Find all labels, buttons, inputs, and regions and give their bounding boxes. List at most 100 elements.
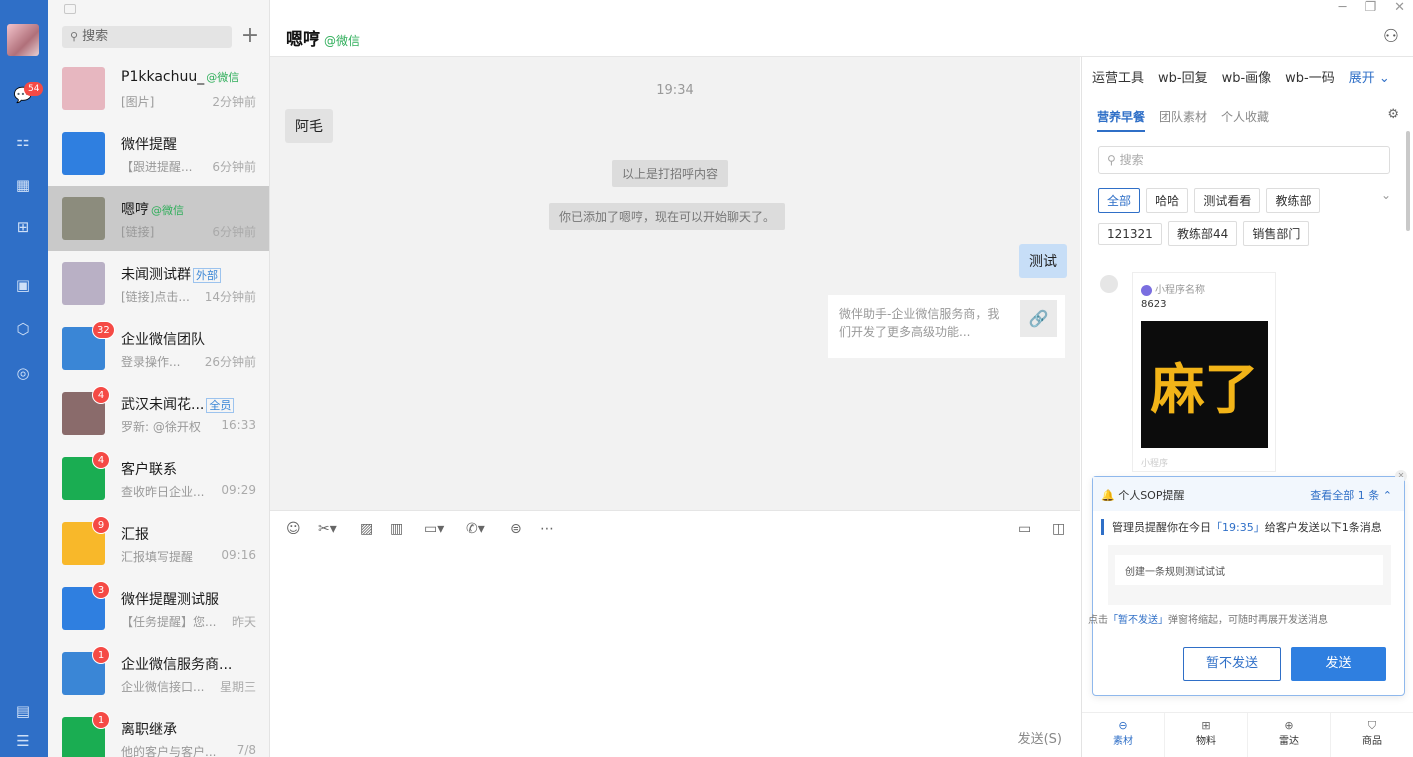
chip[interactable]: 销售部门 (1243, 221, 1310, 246)
window-icon (64, 4, 76, 14)
conversation-time: 14分钟前 (204, 290, 256, 304)
message-bubble-incoming[interactable]: 阿毛 (285, 109, 333, 143)
material-search-input[interactable]: ⚲ 搜索 (1098, 146, 1390, 174)
tools-panel: 运营工具 wb-回复 wb-画像 wb-一码 展开 ⌄ 营养早餐 团队素材 个人… (1081, 57, 1413, 757)
screen-share-icon[interactable]: ▭ (1018, 521, 1031, 537)
miniprogram-title: 8623 (1141, 299, 1167, 310)
conversation-item[interactable]: 4 客户联系 查收昨日企业... 09:29 (48, 446, 269, 511)
gear-icon[interactable]: ⚙ (1387, 107, 1399, 122)
screenshot-icon[interactable]: ✂▾ (318, 521, 337, 537)
conversation-name: 企业微信团队 (121, 332, 205, 348)
chip[interactable]: 测试看看 (1194, 188, 1261, 213)
tab-wb-reply[interactable]: wb-回复 (1158, 67, 1208, 86)
message-bubble-outgoing[interactable]: 测试 (1019, 244, 1067, 278)
expand-button[interactable]: 展开 ⌄ (1349, 67, 1390, 86)
bottom-nav-products[interactable]: ⛉ 商品 (1331, 713, 1413, 757)
window-controls: ─ ❐ ✕ (1339, 0, 1405, 15)
tab-wb-code[interactable]: wb-一码 (1285, 67, 1335, 86)
user-avatar[interactable] (7, 24, 39, 56)
bottom-nav-materials[interactable]: ⊖ 素材 (1082, 713, 1165, 757)
conversation-item[interactable]: P1kkachuu_ @微信 [图片] 2分钟前 (48, 56, 269, 121)
conversation-name: P1kkachuu_ @微信 (121, 69, 240, 85)
chip[interactable]: 教练部44 (1167, 221, 1238, 246)
conversation-item[interactable]: 嗯哼 @微信 [链接] 6分钟前 (48, 186, 269, 251)
send-material-icon[interactable] (1100, 275, 1118, 293)
not-send-button[interactable]: 暂不发送 (1183, 647, 1281, 681)
material-subtabs: 营养早餐 团队素材 个人收藏 (1097, 108, 1269, 132)
calendar-icon[interactable]: ▦ (12, 174, 34, 196)
unread-badge: 9 (92, 516, 110, 534)
apps-icon[interactable]: ⊞ (12, 216, 34, 238)
cloud-icon[interactable]: ◎ (12, 362, 34, 384)
sop-send-button[interactable]: 发送 (1291, 647, 1386, 681)
tools-tabs: 运营工具 wb-回复 wb-画像 wb-一码 展开 ⌄ (1092, 67, 1390, 86)
search-icon: ⚲ (1107, 153, 1120, 167)
message-input[interactable]: 发送(S) (270, 546, 1080, 757)
conversation-item[interactable]: 未闻测试群 外部 [链接]点击... 14分钟前 (48, 251, 269, 316)
add-member-icon[interactable]: ⚇ (1383, 26, 1399, 47)
sop-message-box: 创建一条规则测试试试 (1108, 545, 1391, 605)
system-message: 你已添加了嗯哼，现在可以开始聊天了。 (549, 203, 786, 230)
conversation-item[interactable]: 1 离职继承 他的客户与客户... 7/8 (48, 706, 269, 757)
conversation-name: 企业微信服务商... (121, 657, 233, 673)
miniprogram-card[interactable]: 小程序名称 8623 麻了 小程序 (1132, 272, 1276, 472)
miniprogram-image: 麻了 (1141, 321, 1268, 448)
folder-icon[interactable]: ▭▾ (424, 521, 444, 537)
conversation-time: 7/8 (236, 743, 256, 757)
subtab-nutrition[interactable]: 营养早餐 (1097, 108, 1146, 132)
system-message: 以上是打招呼内容 (612, 160, 729, 187)
conversation-avatar (62, 197, 105, 240)
conversation-name: 嗯哼 @微信 (121, 202, 184, 218)
bell-icon: 🔔 (1101, 489, 1115, 502)
subtab-personal-favorites[interactable]: 个人收藏 (1221, 108, 1269, 132)
send-button[interactable]: 发送(S) (1018, 728, 1062, 747)
bottom-nav-radar[interactable]: ⊕ 雷达 (1248, 713, 1331, 757)
menu-icon[interactable]: ☰ (12, 730, 34, 752)
conversation-item[interactable]: 32 企业微信团队 登录操作... 26分钟前 (48, 316, 269, 381)
word-doc-icon[interactable]: ▥ (390, 521, 403, 537)
conversation-item[interactable]: 4 武汉未闻花... 全员 罗新: @徐开权 16:33 (48, 381, 269, 446)
notes-icon[interactable]: ▤ (12, 700, 34, 722)
add-button[interactable]: + (238, 22, 262, 50)
view-all-link[interactable]: 查看全部 1 条 ⌃ (1310, 487, 1392, 503)
phone-icon[interactable]: ✆▾ (466, 521, 485, 537)
tab-operations[interactable]: 运营工具 (1092, 67, 1144, 86)
conversation-time: 昨天 (231, 615, 256, 629)
conversation-item[interactable]: 9 汇报 汇报填写提醒 09:16 (48, 511, 269, 576)
minimize-icon[interactable]: ─ (1339, 0, 1347, 15)
link-card-text: 微伴助手-企业微信服务商，我们开发了更多高级功能... (839, 307, 1000, 339)
chip[interactable]: 全部 (1098, 188, 1141, 213)
search-input[interactable]: ⚲ 搜索 (62, 26, 232, 48)
chip[interactable]: 哈哈 (1146, 188, 1189, 213)
sidebar-toggle-icon[interactable]: ◫ (1052, 521, 1065, 537)
conversation-time: 6分钟前 (212, 160, 256, 174)
image-icon[interactable]: ▨ (360, 521, 373, 537)
conversation-avatar (62, 67, 105, 110)
conversation-time: 星期三 (219, 680, 256, 694)
close-icon[interactable]: ✕ (1394, 0, 1405, 15)
conversation-preview: 查收昨日企业... (121, 485, 205, 499)
subtab-team-materials[interactable]: 团队素材 (1159, 108, 1207, 132)
sop-reminder-popup: ✕ 🔔 个人SOP提醒 查看全部 1 条 ⌃ 管理员提醒你在今日「19:35」给… (1088, 470, 1407, 696)
bottom-nav-supplies[interactable]: ⊞ 物料 (1165, 713, 1248, 757)
doc-icon[interactable]: ▣ (12, 274, 34, 296)
emoji-icon[interactable]: ☺ (286, 521, 301, 537)
conversation-item[interactable]: 3 微伴提醒测试服 【任务提醒】您... 昨天 (48, 576, 269, 641)
chevron-down-icon[interactable]: ⌄ (1381, 188, 1391, 202)
restore-icon[interactable]: ❐ (1364, 0, 1376, 15)
sop-hint: 点击「暂不发送」弹窗将缩起，可随时再展开发送消息 (1088, 615, 1328, 626)
link-card[interactable]: 微伴助手-企业微信服务商，我们开发了更多高级功能... 🔗 (828, 295, 1065, 358)
unread-badge: 1 (92, 646, 110, 664)
money-icon[interactable]: ⊜ (510, 521, 522, 537)
conversation-item[interactable]: 1 企业微信服务商... 企业微信接口... 星期三 (48, 641, 269, 706)
conversation-preview: 【跟进提醒... (121, 160, 193, 174)
hexagon-icon[interactable]: ⬡ (12, 318, 34, 340)
link-icon: 🔗 (1020, 300, 1057, 337)
chip[interactable]: 121321 (1098, 223, 1162, 245)
conversation-item[interactable]: 微伴提醒 【跟进提醒... 6分钟前 (48, 121, 269, 186)
chip[interactable]: 教练部 (1266, 188, 1321, 213)
org-chart-icon[interactable]: ⚏ (12, 130, 34, 152)
tab-wb-profile[interactable]: wb-画像 (1222, 67, 1272, 86)
more-icon[interactable]: ⋯ (540, 521, 554, 537)
scrollbar[interactable] (1406, 131, 1410, 231)
